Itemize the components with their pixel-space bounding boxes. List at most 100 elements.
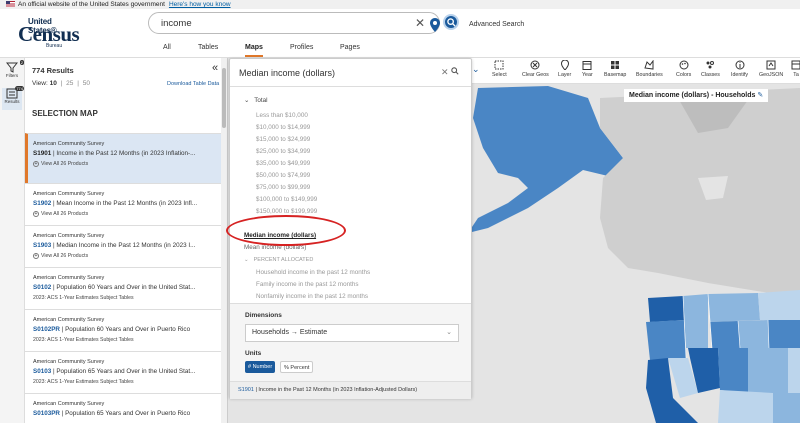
list-item[interactable]: American Community Survey S0103PR | Popu… [25, 393, 227, 423]
unit-number-button[interactable]: # Number [245, 361, 276, 373]
clear-search-icon[interactable]: ✕ [415, 16, 425, 30]
classes-icon [706, 61, 715, 69]
item-source: American Community Survey [33, 233, 105, 239]
tool-colors[interactable]: Colors [676, 60, 691, 78]
item-sub[interactable]: + View All 26 Products [33, 253, 227, 259]
divider [230, 86, 471, 87]
tab-profiles[interactable]: Profiles [290, 44, 313, 51]
tab-all[interactable]: All [163, 44, 171, 51]
item-title-text: Population 65 Years and Over in the Unit… [56, 368, 196, 375]
footer-table-code[interactable]: S1901 [238, 387, 254, 393]
search-button[interactable] [443, 14, 459, 30]
item-code: S0102PR [33, 326, 60, 333]
variable-item[interactable]: Nonfamily income in the past 12 months [244, 291, 459, 303]
tool-label: Layer [558, 72, 572, 78]
tab-tables[interactable]: Tables [198, 44, 218, 51]
unit-percent-button[interactable]: % Percent [280, 361, 314, 373]
group-percent-label: PERCENT ALLOCATED [253, 257, 314, 263]
variable-item[interactable]: $15,000 to $24,999 [244, 134, 459, 146]
variable-item[interactable]: Household income in the past 12 months [244, 267, 459, 279]
view-option-50[interactable]: 50 [83, 80, 90, 87]
item-sub[interactable]: + View All 26 Products [33, 161, 227, 167]
item-title[interactable]: S1902 | Mean Income in the Past 12 Month… [33, 200, 227, 207]
plus-circle-icon: + [33, 211, 39, 217]
chevron-down-icon: ⌄ [244, 257, 249, 263]
item-title-text: Population 60 Years and Over in the Unit… [56, 284, 196, 291]
variable-item[interactable]: Family income in the past 12 months [244, 279, 459, 291]
census-logo[interactable]: United States® Census Bureau [18, 17, 80, 51]
tool-identify[interactable]: Identify [731, 60, 748, 78]
tab-pages[interactable]: Pages [340, 44, 360, 51]
results-label: Results [4, 99, 20, 104]
list-item[interactable]: American Community Survey S1901 | Income… [25, 133, 227, 183]
group-total-label: Total [254, 97, 268, 104]
colors-icon [679, 60, 689, 70]
tool-clear-geos[interactable]: Clear Geos [522, 60, 549, 78]
footer-table-title: | Income in the Past 12 Months (in 2023 … [255, 387, 418, 393]
close-icon[interactable]: ✕ [441, 67, 449, 78]
item-title[interactable]: S0103PR | Population 65 Years and Over i… [33, 410, 227, 417]
item-title[interactable]: S0103 | Population 65 Years and Over in … [33, 368, 227, 375]
item-sub: 2023: ACS 1-Year Estimates Subject Table… [33, 337, 134, 343]
list-item[interactable]: American Community Survey S0102PR | Popu… [25, 309, 227, 351]
gov-banner-link[interactable]: Here's how you know [169, 1, 231, 8]
results-list: American Community Survey S1901 | Income… [25, 133, 227, 423]
edit-pencil-icon[interactable]: ✎ [757, 92, 763, 99]
filters-rail-button[interactable]: 2 Filters [2, 60, 24, 84]
tool-boundaries[interactable]: Boundaries [636, 60, 663, 78]
list-item[interactable]: American Community Survey S1902 | Mean I… [25, 183, 227, 225]
tool-table[interactable]: Ta [791, 60, 800, 78]
info-icon [735, 60, 745, 70]
location-pin-icon[interactable] [430, 18, 440, 32]
item-title[interactable]: S1901 | Income in the Past 12 Months (in… [33, 150, 227, 157]
table-icon [791, 60, 800, 70]
layer-icon [560, 60, 569, 70]
chevron-down-icon[interactable]: ⌄ [472, 64, 480, 75]
variable-item[interactable]: $75,000 to $99,999 [244, 182, 459, 194]
results-rail-button[interactable]: 774 Results [2, 86, 24, 110]
view-per-page: View: 10 | 25 | 50 [32, 80, 90, 87]
scrollbar-thumb[interactable] [222, 68, 226, 128]
tool-geojson[interactable]: GeoJSON [759, 60, 783, 78]
item-title[interactable]: S0102 | Population 60 Years and Over in … [33, 284, 227, 291]
item-source: American Community Survey [33, 141, 105, 147]
view-option-25[interactable]: 25 [66, 80, 73, 87]
tool-basemap[interactable]: Basemap [604, 60, 626, 78]
tool-label: Clear Geos [522, 72, 549, 78]
item-code: S1903 [33, 242, 52, 249]
variable-item[interactable]: $35,000 to $49,999 [244, 158, 459, 170]
collapse-panel-icon[interactable]: « [212, 62, 218, 74]
variable-item[interactable]: $25,000 to $34,999 [244, 146, 459, 158]
search-input[interactable]: income ✕ [148, 12, 440, 34]
tool-select[interactable]: Select [492, 60, 507, 78]
group-total[interactable]: ⌄ Total [244, 96, 459, 110]
tool-label: Identify [731, 72, 749, 78]
boundaries-icon [644, 60, 654, 70]
plus-circle-icon: + [33, 253, 39, 259]
chevron-down-icon: ⌄ [244, 97, 250, 104]
variable-item[interactable]: $100,000 to $149,999 [244, 194, 459, 206]
item-title[interactable]: S1903 | Median Income in the Past 12 Mon… [33, 242, 227, 249]
list-item[interactable]: American Community Survey S1903 | Median… [25, 225, 227, 267]
tool-layer[interactable]: Layer [558, 60, 571, 78]
view-option-10[interactable]: 10 [50, 80, 57, 87]
tab-maps[interactable]: Maps [245, 44, 263, 57]
dimension-select-value: Households → Estimate [252, 329, 328, 336]
tool-year[interactable]: Year [582, 60, 593, 78]
list-item[interactable]: American Community Survey S0102 | Popula… [25, 267, 227, 309]
variable-item[interactable]: $50,000 to $74,999 [244, 170, 459, 182]
tool-label: Colors [676, 72, 692, 78]
tool-classes[interactable]: Classes [701, 60, 720, 78]
results-scrollbar[interactable] [221, 58, 227, 423]
advanced-search-link[interactable]: Advanced Search [469, 21, 524, 28]
dimension-select[interactable]: Households → Estimate ⌄ [245, 324, 459, 342]
list-item[interactable]: American Community Survey S0103 | Popula… [25, 351, 227, 393]
map-title-label[interactable]: Median income (dollars) - Households ✎ [624, 89, 769, 102]
download-table-data-link[interactable]: Download Table Data [167, 81, 219, 87]
item-sub[interactable]: + View All 26 Products [33, 211, 227, 217]
variable-item[interactable]: $10,000 to $14,999 [244, 122, 459, 134]
variable-item[interactable]: Less than $10,000 [244, 110, 459, 122]
item-title[interactable]: S0102PR | Population 60 Years and Over i… [33, 326, 227, 333]
search-icon[interactable] [451, 67, 459, 75]
group-percent-allocated[interactable]: ⌄ PERCENT ALLOCATED [244, 254, 459, 267]
